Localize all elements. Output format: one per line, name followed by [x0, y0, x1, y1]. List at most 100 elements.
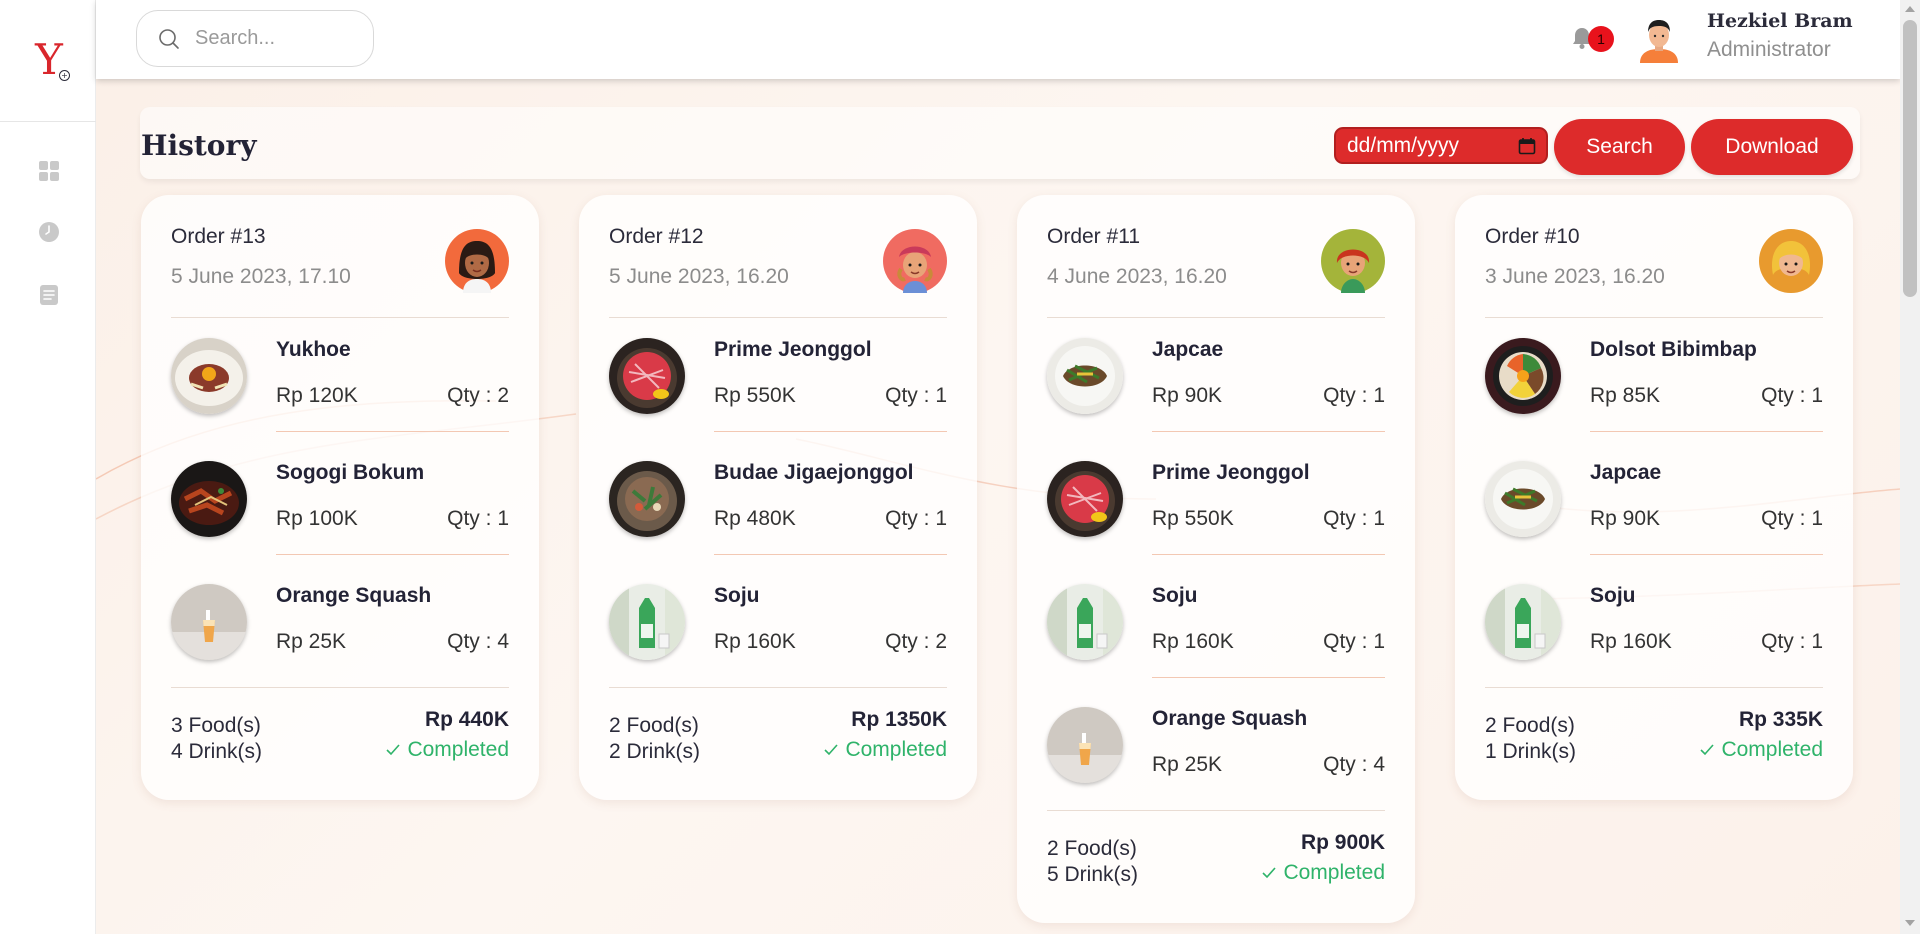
item-price: Rp 550K [1152, 507, 1234, 530]
order-status: Completed [823, 738, 947, 762]
scrollbar-thumb[interactable] [1903, 20, 1917, 297]
item-divider [1590, 554, 1823, 555]
order-date: 4 June 2023, 16.20 [1047, 265, 1227, 288]
user-role: Administrator [1707, 38, 1831, 61]
item-qty: Qty : 1 [447, 507, 509, 530]
food-count: 2 Food(s) [1485, 714, 1575, 737]
order-item: Sogogi Bokum Rp 100K Qty : 1 [141, 441, 539, 564]
order-date: 3 June 2023, 16.20 [1485, 265, 1665, 288]
item-qty: Qty : 1 [1323, 507, 1385, 530]
date-filter-input[interactable]: dd/mm/yyyy [1334, 127, 1548, 164]
item-divider [1152, 677, 1385, 678]
food-thumbnail [1047, 461, 1123, 537]
item-price: Rp 25K [276, 630, 347, 653]
order-card[interactable]: Order #12 5 June 2023, 16.20 Prime Jeong… [579, 195, 977, 800]
download-button[interactable]: Download [1691, 119, 1853, 175]
item-divider [276, 554, 509, 555]
search-icon [159, 28, 179, 49]
check-icon [1262, 867, 1277, 879]
item-divider [1152, 554, 1385, 555]
item-price: Rp 480K [714, 507, 796, 530]
drink-count: 5 Drink(s) [1047, 863, 1139, 886]
item-qty: Qty : 1 [1761, 630, 1823, 653]
date-placeholder: dd/mm/yyyy [1347, 133, 1460, 157]
order-number: Order #11 [1047, 225, 1140, 248]
item-price: Rp 160K [1152, 630, 1234, 653]
page-scrollbar[interactable] [1900, 0, 1920, 934]
order-number: Order #10 [1485, 225, 1580, 248]
main-content: History dd/mm/yyyy Search Download Order… [96, 79, 1900, 934]
sidebar-divider [0, 121, 96, 122]
food-thumbnail [171, 461, 247, 537]
topbar: 1 Hezkiel Bram Administrator [96, 0, 1900, 79]
order-item: Budae Jigaejonggol Rp 480K Qty : 1 [579, 441, 977, 564]
item-qty: Qty : 1 [1761, 384, 1823, 407]
order-card[interactable]: Order #13 5 June 2023, 17.10 Yukhoe Rp 1… [141, 195, 539, 800]
drink-thumbnail [1047, 584, 1123, 660]
drink-count: 1 Drink(s) [1485, 740, 1577, 763]
page-title: History [141, 129, 257, 162]
drink-thumbnail [1485, 584, 1561, 660]
food-thumbnail [1485, 461, 1561, 537]
order-item: Yukhoe Rp 120K Qty : 2 [141, 318, 539, 441]
app-logo[interactable]: Y + [24, 30, 74, 90]
customer-avatar [883, 229, 947, 293]
item-name: Japcae [1590, 461, 1662, 484]
order-total: Rp 335K [1738, 708, 1823, 731]
status-label: Completed [1283, 861, 1385, 884]
item-qty: Qty : 1 [885, 384, 947, 407]
customer-avatar [1321, 229, 1385, 293]
drink-count: 4 Drink(s) [171, 740, 263, 763]
food-count: 3 Food(s) [171, 714, 261, 737]
check-icon [386, 744, 401, 756]
item-price: Rp 550K [714, 384, 796, 407]
order-total: Rp 440K [424, 708, 509, 731]
search-input[interactable] [195, 27, 355, 50]
order-status: Completed [385, 738, 509, 762]
order-status: Completed [1261, 861, 1385, 885]
order-item: Prime Jeonggol Rp 550K Qty : 1 [579, 318, 977, 441]
scroll-down-arrow-icon[interactable] [1905, 920, 1915, 926]
document-list-icon[interactable] [38, 284, 60, 306]
notification-badge: 1 [1588, 26, 1614, 52]
item-qty: Qty : 1 [1761, 507, 1823, 530]
calendar-icon[interactable] [1518, 137, 1536, 155]
search-bar[interactable] [136, 10, 374, 67]
food-thumbnail [1047, 338, 1123, 414]
order-item: Orange Squash Rp 25K Qty : 4 [141, 564, 539, 687]
item-qty: Qty : 2 [885, 630, 947, 653]
item-name: Prime Jeonggol [1152, 461, 1310, 484]
drink-thumbnail [1047, 707, 1123, 783]
item-qty: Qty : 1 [885, 507, 947, 530]
scroll-up-arrow-icon[interactable] [1905, 6, 1915, 12]
history-clock-icon[interactable] [38, 221, 60, 243]
order-date: 5 June 2023, 17.10 [171, 265, 351, 288]
item-name: Soju [1590, 584, 1636, 607]
order-date: 5 June 2023, 16.20 [609, 265, 789, 288]
order-item: Japcae Rp 90K Qty : 1 [1455, 441, 1853, 564]
user-avatar[interactable] [1638, 17, 1680, 63]
item-qty: Qty : 4 [447, 630, 509, 653]
search-button[interactable]: Search [1554, 119, 1685, 175]
order-card[interactable]: Order #11 4 June 2023, 16.20 Japcae Rp 9 [1017, 195, 1415, 923]
item-divider [714, 431, 947, 432]
item-price: Rp 160K [1590, 630, 1672, 653]
dashboard-grid-icon[interactable] [38, 160, 60, 182]
order-total: Rp 1350K [851, 708, 947, 731]
item-price: Rp 90K [1152, 384, 1223, 407]
item-divider [1152, 431, 1385, 432]
order-card[interactable]: Order #10 3 June 2023, 16.20 Dolsot Bibi… [1455, 195, 1853, 800]
order-total: Rp 900K [1300, 831, 1385, 854]
item-name: Dolsot Bibimbap [1590, 338, 1757, 361]
order-item: Soju Rp 160K Qty : 2 [579, 564, 977, 687]
item-name: Orange Squash [276, 584, 432, 607]
item-divider [1590, 431, 1823, 432]
item-name: Sogogi Bokum [276, 461, 425, 484]
food-thumbnail [609, 461, 685, 537]
item-price: Rp 25K [1152, 753, 1223, 776]
sidebar: Y + [0, 0, 96, 934]
item-price: Rp 85K [1590, 384, 1661, 407]
item-divider [714, 554, 947, 555]
item-price: Rp 90K [1590, 507, 1661, 530]
item-name: Budae Jigaejonggol [714, 461, 914, 484]
